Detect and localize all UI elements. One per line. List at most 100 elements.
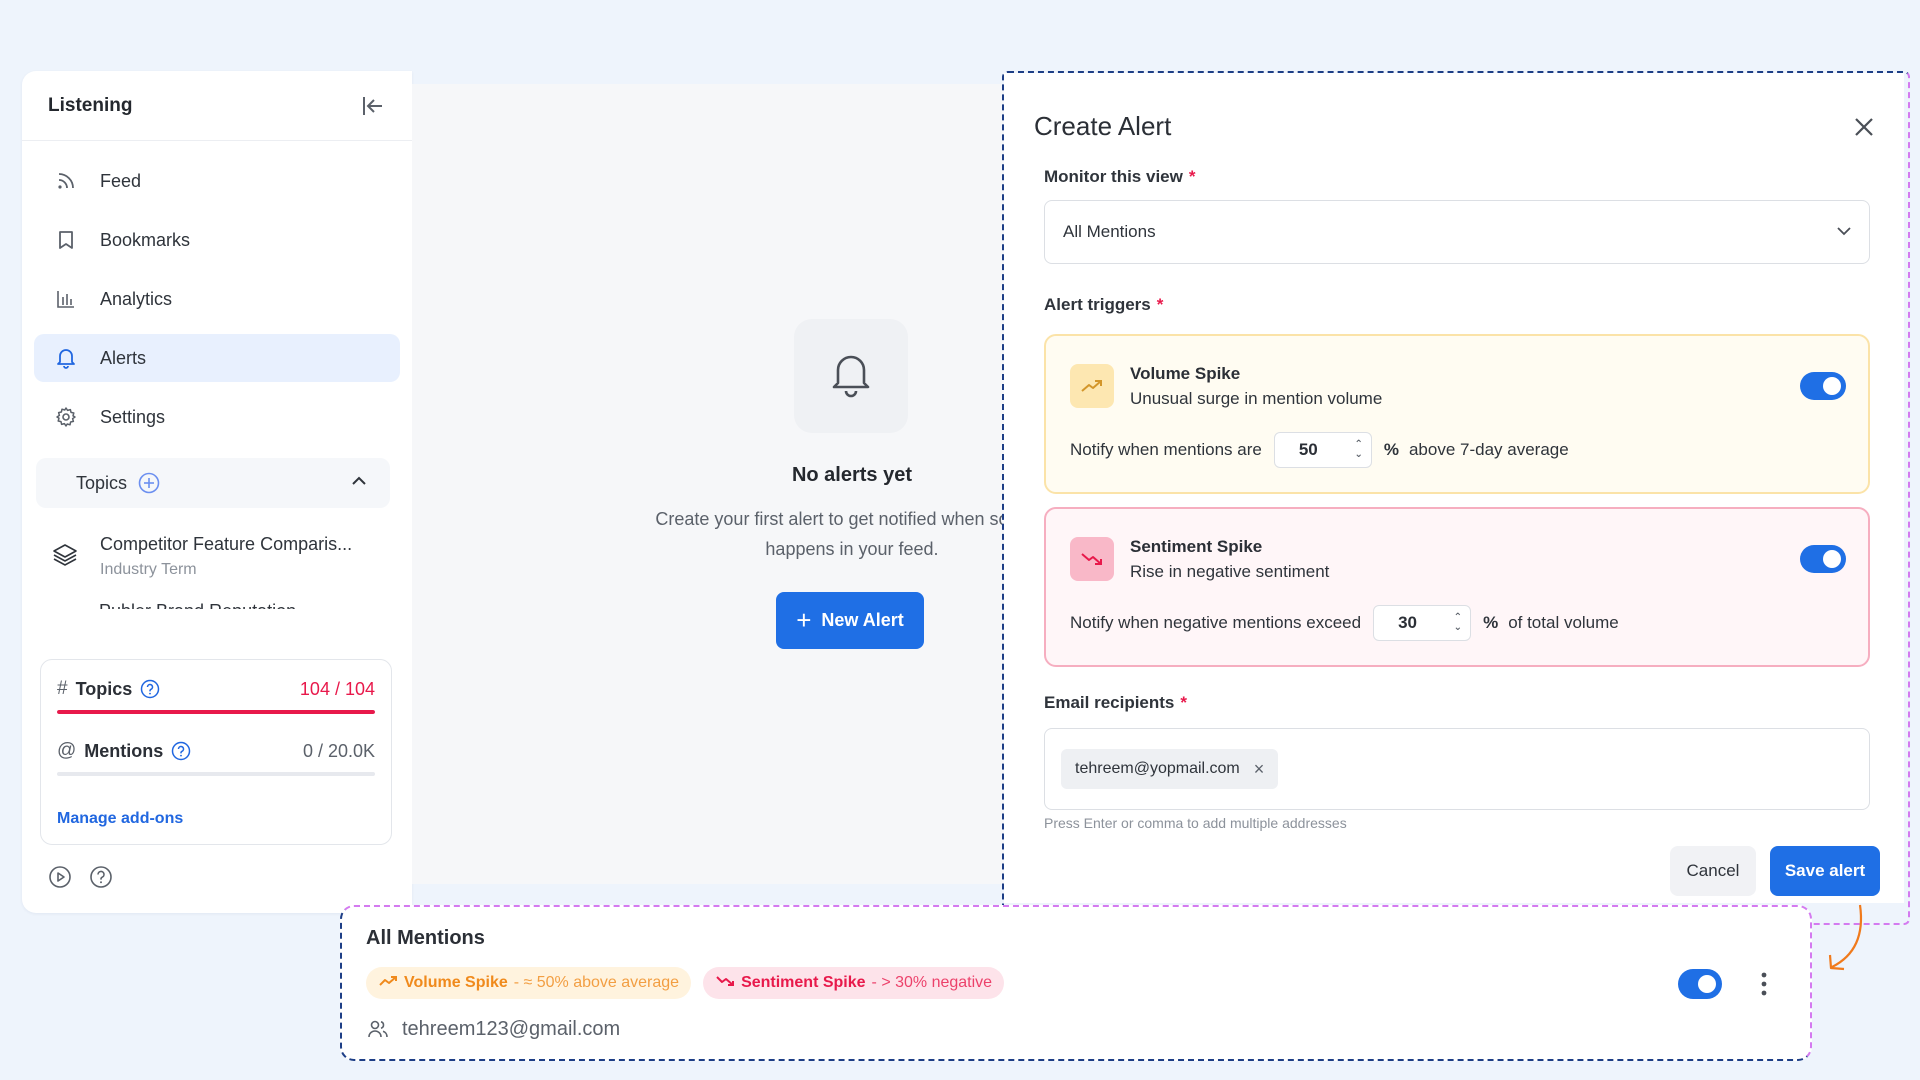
trending-down-icon <box>1070 537 1114 581</box>
help-icon[interactable] <box>89 865 113 889</box>
curved-arrow-icon <box>1828 904 1862 971</box>
volume-threshold-value: 50 <box>1298 440 1318 459</box>
alert-triggers-label-text: Alert triggers <box>1044 295 1151 314</box>
trending-down-icon <box>715 974 735 993</box>
percent-sign: % <box>1483 613 1499 632</box>
monitor-view-value: All Mentions <box>1063 222 1156 241</box>
topic-item[interactable]: Publer Brand Reputation <box>22 579 412 609</box>
save-alert-button[interactable]: Save alert <box>1770 846 1880 896</box>
topics-usage-row: # Topics 104 / 104 <box>57 678 375 700</box>
gear-icon <box>54 405 78 429</box>
volume-tag-detail: - ≈ 50% above average <box>513 974 680 991</box>
create-alert-modal: Create Alert Monitor this view * All Ment… <box>1004 73 1904 903</box>
more-options-icon[interactable] <box>1752 969 1776 999</box>
sidebar-item-label: Settings <box>100 406 166 427</box>
users-icon <box>366 1017 390 1041</box>
volume-spike-toggle[interactable] <box>1800 372 1846 400</box>
help-icon[interactable] <box>140 679 160 699</box>
add-topic-icon[interactable] <box>137 471 161 495</box>
sentiment-spike-toggle[interactable] <box>1800 545 1846 573</box>
sentiment-tag-name: Sentiment Spike <box>741 974 866 991</box>
new-alert-button[interactable]: + New Alert <box>776 592 924 649</box>
sentiment-spike-desc: Rise in negative sentiment <box>1130 562 1330 581</box>
topics-usage-label: Topics <box>75 678 133 699</box>
sentiment-threshold-row: Notify when negative mentions exceed 30 … <box>1070 605 1619 641</box>
modal-title: Create Alert <box>1034 111 1172 141</box>
volume-spike-name: Volume Spike <box>1130 364 1241 383</box>
topic-type: Industry Term <box>100 561 197 578</box>
sidebar-nav: Feed Bookmarks Analytics Alerts Settings <box>22 141 412 441</box>
stepper-icon[interactable]: ⌃ ⌄ <box>1454 613 1462 633</box>
sidebar-title: Listening <box>48 94 133 116</box>
chevron-up-icon[interactable] <box>350 474 368 492</box>
sidebar-item-label: Analytics <box>100 288 173 309</box>
sidebar-item-bookmarks[interactable]: Bookmarks <box>34 216 400 264</box>
volume-spike-trigger: Volume Spike Unusual surge in mention vo… <box>1044 334 1870 494</box>
sidebar-item-alerts[interactable]: Alerts <box>34 334 400 382</box>
sentiment-tag-detail: - > 30% negative <box>871 974 993 991</box>
topics-usage-fill <box>57 710 375 714</box>
sidebar-item-label: Bookmarks <box>100 229 191 250</box>
sidebar: Listening Feed Bookmarks Analytics Alert… <box>22 71 412 913</box>
email-chip-text: tehreem@yopmail.com <box>1075 760 1240 777</box>
sentiment-threshold-suffix: of total volume <box>1508 613 1619 632</box>
new-alert-label: New Alert <box>821 610 904 630</box>
recipient-email: tehreem123@gmail.com <box>402 1017 621 1040</box>
sidebar-item-feed[interactable]: Feed <box>34 157 400 205</box>
mentions-usage-label: Mentions <box>84 740 164 761</box>
sidebar-item-analytics[interactable]: Analytics <box>34 275 400 323</box>
bell-icon <box>829 350 873 403</box>
rss-icon <box>54 169 78 193</box>
email-recipients-label: Email recipients * <box>1044 693 1188 712</box>
sentiment-spike-trigger: Sentiment Spike Rise in negative sentime… <box>1044 507 1870 667</box>
remove-chip-icon[interactable]: × <box>1254 759 1265 780</box>
bell-icon <box>54 346 78 370</box>
trending-up-icon <box>378 974 398 993</box>
collapse-left-icon[interactable] <box>360 93 386 119</box>
stepper-icon[interactable]: ⌃ ⌄ <box>1354 440 1362 460</box>
alert-enabled-toggle[interactable] <box>1678 969 1722 999</box>
volume-spike-desc: Unusual surge in mention volume <box>1130 389 1383 408</box>
volume-threshold-suffix: above 7-day average <box>1408 440 1569 459</box>
sidebar-item-label: Alerts <box>100 347 147 368</box>
help-icon[interactable] <box>171 741 191 761</box>
chevron-down-icon <box>1835 222 1853 242</box>
sidebar-item-settings[interactable]: Settings <box>34 393 400 441</box>
alert-recipients: tehreem123@gmail.com <box>366 1017 620 1041</box>
manage-addons-link[interactable]: Manage add-ons <box>57 810 375 828</box>
alert-triggers-label: Alert triggers * <box>1044 295 1164 314</box>
hash-icon: # <box>57 678 68 699</box>
topics-section-header[interactable]: Topics <box>36 458 390 508</box>
sidebar-footer <box>48 865 113 889</box>
email-chip: tehreem@yopmail.com × <box>1061 749 1279 789</box>
sentiment-threshold-input[interactable]: 30 ⌃ ⌄ <box>1373 605 1472 641</box>
topic-item[interactable]: Competitor Feature Comparis... Industry … <box>22 508 412 579</box>
empty-state-bell <box>794 319 908 433</box>
sentiment-threshold-value: 30 <box>1398 613 1417 632</box>
monitor-view-select[interactable]: All Mentions <box>1044 200 1870 264</box>
bookmark-icon <box>54 228 78 252</box>
cancel-button[interactable]: Cancel <box>1670 846 1756 896</box>
monitor-view-label: Monitor this view * <box>1044 167 1196 186</box>
volume-spike-tag: Volume Spike - ≈ 50% above average <box>366 967 692 999</box>
sentiment-threshold-prefix: Notify when negative mentions exceed <box>1070 613 1362 632</box>
bar-chart-icon <box>54 287 78 311</box>
topic-name: Competitor Feature Comparis... <box>100 534 353 554</box>
play-icon[interactable] <box>48 865 72 889</box>
volume-threshold-input[interactable]: 50 ⌃ ⌄ <box>1273 432 1372 468</box>
alert-trigger-tags: Volume Spike - ≈ 50% above average Senti… <box>366 967 1005 999</box>
layers-icon <box>52 542 78 568</box>
mentions-usage-value: 0 / 20.0K <box>302 740 375 761</box>
alert-result-card: All Mentions Volume Spike - ≈ 50% above … <box>340 905 1812 1061</box>
mentions-usage-row: @ Mentions 0 / 20.0K <box>57 740 375 762</box>
email-recipients-label-text: Email recipients <box>1044 693 1175 712</box>
at-icon: @ <box>57 740 77 761</box>
topics-usage-bar <box>57 710 375 714</box>
close-icon[interactable] <box>1852 115 1878 141</box>
email-hint: Press Enter or comma to add multiple add… <box>1044 815 1347 831</box>
email-recipients-input[interactable]: tehreem@yopmail.com × <box>1044 728 1870 810</box>
sentiment-spike-tag: Sentiment Spike - > 30% negative <box>703 967 1005 999</box>
alert-card-title: All Mentions <box>366 927 485 949</box>
mentions-usage-bar <box>57 772 375 776</box>
topics-usage-value: 104 / 104 <box>299 678 375 699</box>
